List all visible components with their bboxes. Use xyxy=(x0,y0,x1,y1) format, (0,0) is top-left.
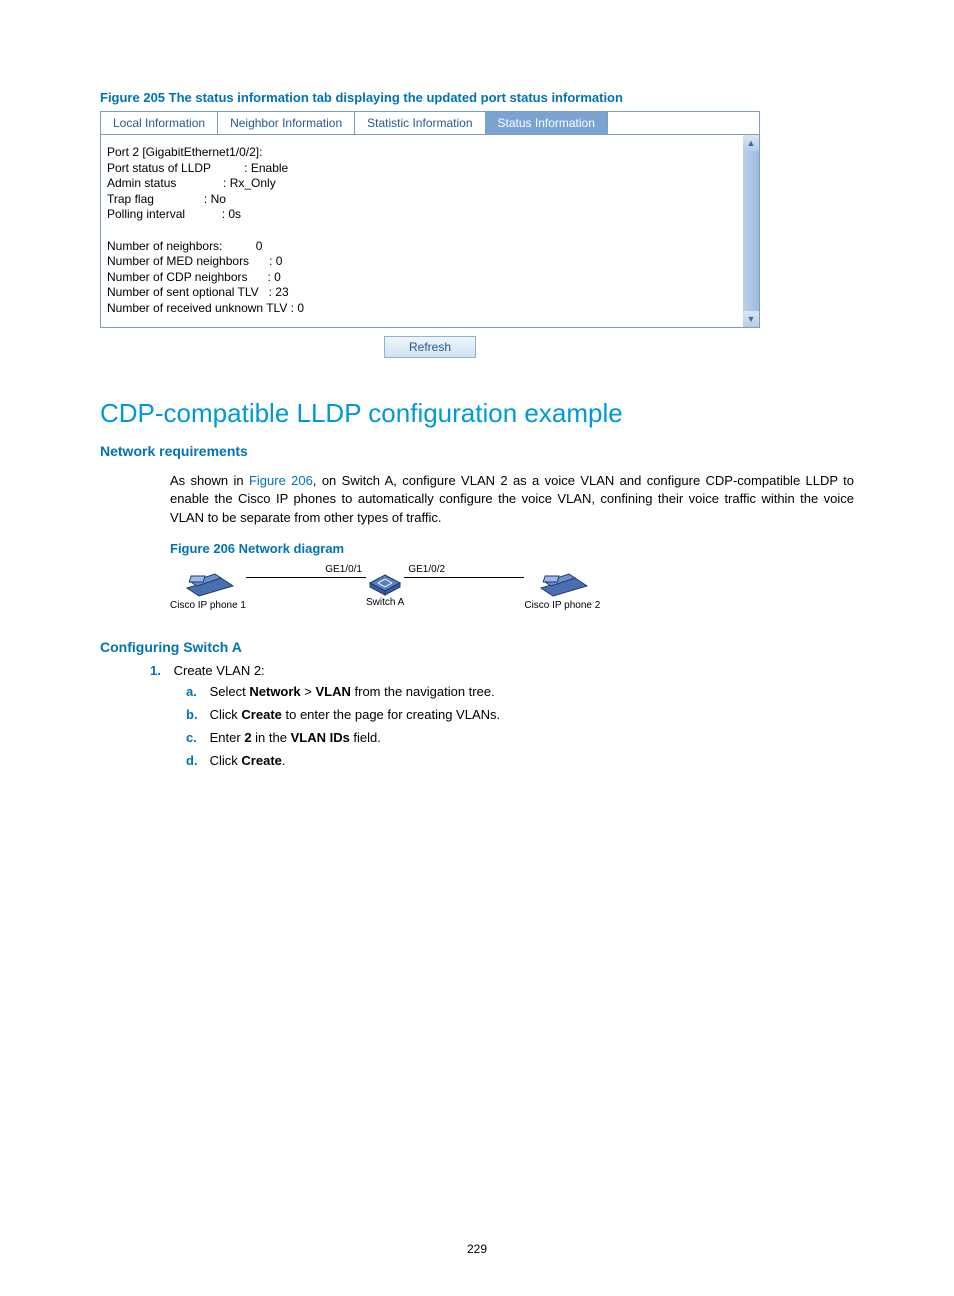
tab-statistic-information[interactable]: Statistic Information xyxy=(355,112,485,134)
substep-letter: d. xyxy=(186,753,206,768)
configuring-switch-a-heading: Configuring Switch A xyxy=(100,639,854,655)
substep-b: b. Click Create to enter the page for cr… xyxy=(186,707,854,722)
text-fragment: from the navigation tree. xyxy=(351,684,495,699)
phone-1-label: Cisco IP phone 1 xyxy=(170,600,246,611)
tab-neighbor-information[interactable]: Neighbor Information xyxy=(218,112,355,134)
phone-2-label: Cisco IP phone 2 xyxy=(524,600,600,611)
bold-text: 2 xyxy=(244,730,251,745)
text-fragment: to enter the page for creating VLANs. xyxy=(282,707,500,722)
text-fragment: > xyxy=(301,684,316,699)
substep-letter: c. xyxy=(186,730,206,745)
bold-text: Create xyxy=(241,753,281,768)
scroll-down-icon[interactable]: ▼ xyxy=(743,311,759,327)
ip-phone-icon xyxy=(181,564,235,600)
figure-206-link[interactable]: Figure 206 xyxy=(249,473,313,488)
port-label-1: GE1/0/1 xyxy=(325,564,362,575)
tab-status-information[interactable]: Status Information xyxy=(486,112,608,134)
substep-a: a. Select Network > VLAN from the naviga… xyxy=(186,684,854,699)
bold-text: Create xyxy=(241,707,281,722)
section-title: CDP-compatible LLDP configuration exampl… xyxy=(100,398,854,429)
bold-text: VLAN IDs xyxy=(291,730,350,745)
substep-letter: a. xyxy=(186,684,206,699)
phone-2-node: Cisco IP phone 2 xyxy=(524,564,600,611)
scroll-up-icon[interactable]: ▲ xyxy=(743,135,759,151)
text-fragment: Select xyxy=(210,684,250,699)
phone-1-node: Cisco IP phone 1 xyxy=(170,564,246,611)
link-1: GE1/0/1 xyxy=(246,577,366,578)
figure-205-caption: Figure 205 The status information tab di… xyxy=(100,90,854,105)
refresh-button[interactable]: Refresh xyxy=(384,336,476,358)
switch-label: Switch A xyxy=(366,597,404,608)
scrollbar[interactable]: ▲ ▼ xyxy=(743,135,759,327)
network-requirements-text: As shown in Figure 206, on Switch A, con… xyxy=(170,472,854,529)
tab-local-information[interactable]: Local Information xyxy=(101,112,218,134)
text-fragment: Click xyxy=(210,707,242,722)
status-panel: Local Information Neighbor Information S… xyxy=(100,111,760,328)
text-fragment: field. xyxy=(350,730,381,745)
tabs-row: Local Information Neighbor Information S… xyxy=(101,112,759,135)
network-requirements-heading: Network requirements xyxy=(100,443,854,459)
ip-phone-icon xyxy=(535,564,589,600)
network-diagram: Cisco IP phone 1 GE1/0/1 Switch A GE1/0/… xyxy=(170,564,854,611)
switch-icon xyxy=(366,567,404,597)
substep-c: c. Enter 2 in the VLAN IDs field. xyxy=(186,730,854,745)
port-label-2: GE1/0/2 xyxy=(408,564,445,575)
bold-text: Network xyxy=(249,684,300,699)
figure-206-caption: Figure 206 Network diagram xyxy=(170,541,854,556)
text-fragment: in the xyxy=(252,730,291,745)
text-fragment: As shown in xyxy=(170,473,249,488)
text-fragment: Click xyxy=(210,753,242,768)
step-1: 1. Create VLAN 2: a. Select Network > VL… xyxy=(150,663,854,768)
bold-text: VLAN xyxy=(316,684,351,699)
substep-d: d. Click Create. xyxy=(186,753,854,768)
link-2: GE1/0/2 xyxy=(404,577,524,578)
status-content: Port 2 [GigabitEthernet1/0/2]: Port stat… xyxy=(101,135,743,327)
step-number: 1. xyxy=(150,663,170,678)
substep-letter: b. xyxy=(186,707,206,722)
text-fragment: Enter xyxy=(210,730,245,745)
step-text: Create VLAN 2: xyxy=(174,663,265,678)
text-fragment: . xyxy=(282,753,286,768)
page-number: 229 xyxy=(0,1242,954,1256)
switch-node: Switch A xyxy=(366,567,404,608)
